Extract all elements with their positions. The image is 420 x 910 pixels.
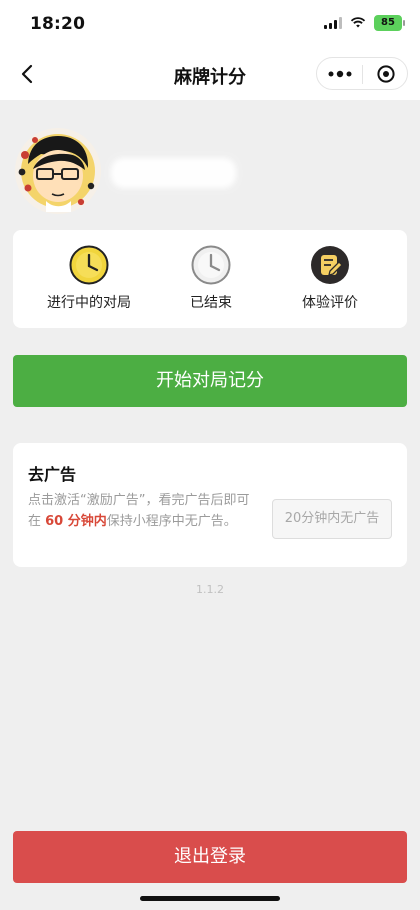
ad-desc-after: 保持小程序中无广告。	[106, 514, 237, 529]
capsule-divider	[362, 65, 363, 84]
menu-item-review[interactable]: 体验评价	[270, 245, 390, 312]
remove-ads-card: 去广告 点击激活“激励广告”，看完广告后即可在 60 分钟内保持小程序中无广告。…	[13, 443, 407, 567]
logout-button[interactable]: 退出登录	[13, 831, 407, 883]
home-indicator	[140, 896, 280, 901]
ad-title: 去广告	[28, 465, 77, 484]
yellow-clock-icon	[69, 245, 109, 285]
mini-program-capsule	[316, 57, 408, 90]
cellular-signal-icon	[324, 17, 342, 29]
user-profile	[13, 126, 403, 216]
wifi-icon	[350, 17, 366, 29]
battery-icon: 85	[374, 15, 405, 31]
menu-label-ongoing: 进行中的对局	[47, 295, 131, 311]
avatar	[15, 128, 101, 214]
status-time: 18:20	[30, 14, 86, 34]
menu-label-finished: 已结束	[190, 295, 232, 311]
blurred-username	[111, 158, 236, 188]
app-version: 1.1.2	[196, 583, 224, 596]
gray-clock-icon	[191, 245, 231, 285]
no-ads-20-minutes-button[interactable]: 20分钟内无广告	[272, 499, 392, 539]
more-options-icon[interactable]	[325, 67, 355, 81]
start-game-scoring-button[interactable]: 开始对局记分	[13, 355, 407, 407]
menu-label-review: 体验评价	[302, 295, 358, 311]
edit-note-icon	[311, 246, 349, 284]
ad-description: 点击激活“激励广告”，看完广告后即可在 60 分钟内保持小程序中无广告。	[28, 490, 262, 532]
game-menu-card: 进行中的对局 已结束 体验评价	[13, 230, 407, 328]
nav-bar: 麻牌计分	[0, 48, 420, 100]
menu-item-ongoing-games[interactable]: 进行中的对局	[29, 245, 149, 312]
ad-desc-highlight: 60 分钟内	[45, 514, 107, 529]
status-icons: 85	[324, 15, 405, 31]
menu-item-finished-games[interactable]: 已结束	[151, 245, 271, 312]
status-bar: 18:20 85	[0, 0, 420, 48]
close-mini-program-icon[interactable]	[376, 64, 396, 84]
